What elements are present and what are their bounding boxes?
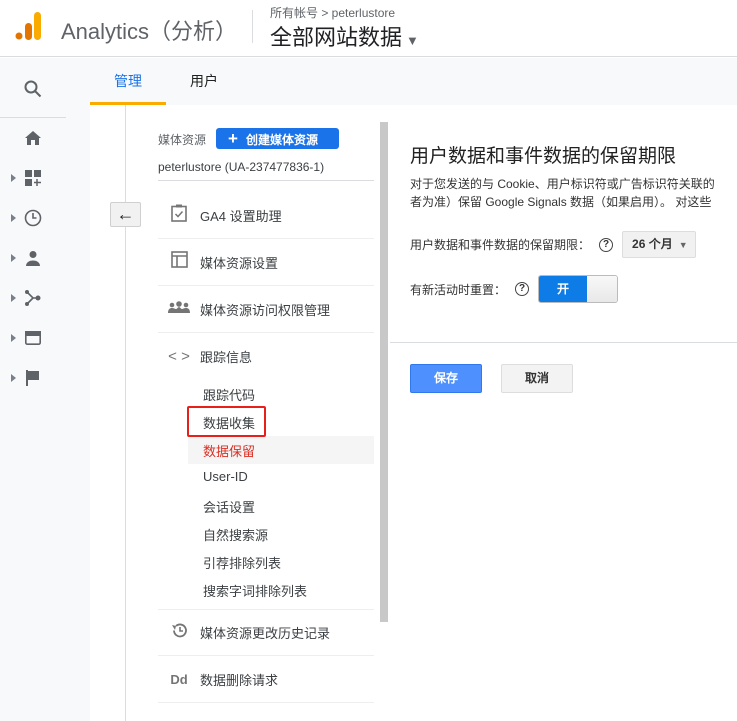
analytics-logo-icon [15,12,41,40]
cancel-button[interactable]: 取消 [501,364,573,393]
menu-item-data-deletion[interactable]: Dd 数据删除请求 [158,656,374,703]
menu-item-property-settings[interactable]: 媒体资源设置 [158,239,374,286]
arrow-left-icon: ← [116,204,135,224]
submenu-item[interactable]: 自然搜索源 [203,525,268,544]
column-divider [125,105,126,721]
description-line: 者为准）保留 Google Signals 数据（如果启用）。 对这些 [410,195,712,209]
help-icon[interactable]: ? [515,282,530,296]
flag-icon[interactable] [22,367,44,389]
create-property-button[interactable]: + 创建媒体资源 [216,128,339,149]
expand-arrow-icon[interactable] [11,174,16,182]
person-icon[interactable] [22,247,44,269]
tab-bar: 管理 用户 [90,58,737,105]
rail-divider [0,117,66,118]
clock-icon[interactable] [22,207,44,229]
dashboard-icon[interactable] [22,167,44,189]
toggle-on-label: 开 [539,276,588,302]
panel-title: 用户数据和事件数据的保留期限 [410,146,677,167]
tab-admin[interactable]: 管理 [90,58,166,105]
create-property-label: 创建媒体资源 [245,133,318,147]
acquisition-icon[interactable] [22,287,44,309]
expand-arrow-icon[interactable] [11,374,16,382]
highlight-box [187,406,266,437]
header-divider [252,10,253,43]
panel-description: 对于您发送的与 Cookie、用户标识符或广告标识符关联的 者为准）保留 Goog… [410,175,737,211]
menu-item-ga4-setup[interactable]: GA4 设置助理 [158,192,374,239]
save-button[interactable]: 保存 [410,364,482,393]
submenu-item[interactable]: 会话设置 [203,497,255,516]
menu-item-tracking-info[interactable]: < > 跟踪信息 [158,333,374,380]
menu-item-access-management[interactable]: 媒体资源访问权限管理 [158,286,374,333]
behavior-icon[interactable] [22,327,44,349]
submenu-item-selected[interactable]: 数据保留 [203,441,255,460]
reset-toggle[interactable]: 开 [538,275,619,303]
tab-user[interactable]: 用户 [166,58,242,105]
menu-label: GA4 设置助理 [200,208,282,224]
retention-dropdown[interactable]: 26 个月 ▼ [622,231,697,258]
submenu-item[interactable]: 引荐排除列表 [203,553,281,572]
people-icon [158,300,200,318]
dd-icon: Dd [170,671,188,687]
description-line: 对于您发送的与 Cookie、用户标识符或广告标识符关联的 [410,177,715,191]
menu-item-change-history[interactable]: 媒体资源更改历史记录 [158,609,374,656]
menu-label: 媒体资源设置 [200,255,279,271]
back-button[interactable]: ← [110,202,141,227]
layout-icon [158,251,200,273]
view-name: 全部网站数据 [270,25,403,50]
history-icon [158,622,200,644]
toggle-knob [587,276,618,302]
search-icon[interactable] [22,78,44,100]
retention-row: 用户数据和事件数据的保留期限： ? 26 个月 ▼ [410,231,697,258]
reset-row: 有新活动时重置： ? 开 [410,275,619,303]
help-icon[interactable]: ? [599,237,614,252]
menu-label: 媒体资源更改历史记录 [200,626,331,641]
expand-arrow-icon[interactable] [11,254,16,262]
clipboard-check-icon [158,204,200,227]
submenu-item[interactable]: User-ID [203,469,248,484]
submenu-item[interactable]: 搜索字词排除列表 [203,581,307,600]
reset-label: 有新活动时重置： [410,282,507,297]
scrollbar[interactable] [380,122,388,622]
expand-arrow-icon[interactable] [11,334,16,342]
menu-label: 跟踪信息 [200,350,253,365]
caret-down-icon: ▼ [678,240,688,250]
view-selector[interactable]: 全部网站数据 ▼ [270,20,419,52]
submenu-item[interactable]: 跟踪代码 [203,385,255,404]
expand-arrow-icon[interactable] [11,294,16,302]
home-icon[interactable] [22,127,44,149]
divider [158,180,374,181]
divider [390,342,737,343]
code-icon: < > [168,348,190,365]
caret-down-icon: ▼ [406,33,419,48]
expand-arrow-icon[interactable] [11,214,16,222]
property-label: 媒体资源 [158,133,207,147]
header: Analytics（分析） 所有帐号 > peterlustore 全部网站数据… [0,0,737,57]
menu-label: 媒体资源访问权限管理 [200,302,331,318]
left-rail [0,58,90,721]
app-title: Analytics（分析） [61,19,238,44]
plus-icon: + [228,129,238,148]
retention-label: 用户数据和事件数据的保留期限： [410,238,591,252]
retention-value: 26 个月 [632,237,673,251]
menu-label: 数据删除请求 [200,672,279,688]
breadcrumb[interactable]: 所有帐号 > peterlustore [270,4,395,21]
property-selector[interactable]: peterlustore (UA-237477836-1) [158,160,324,174]
